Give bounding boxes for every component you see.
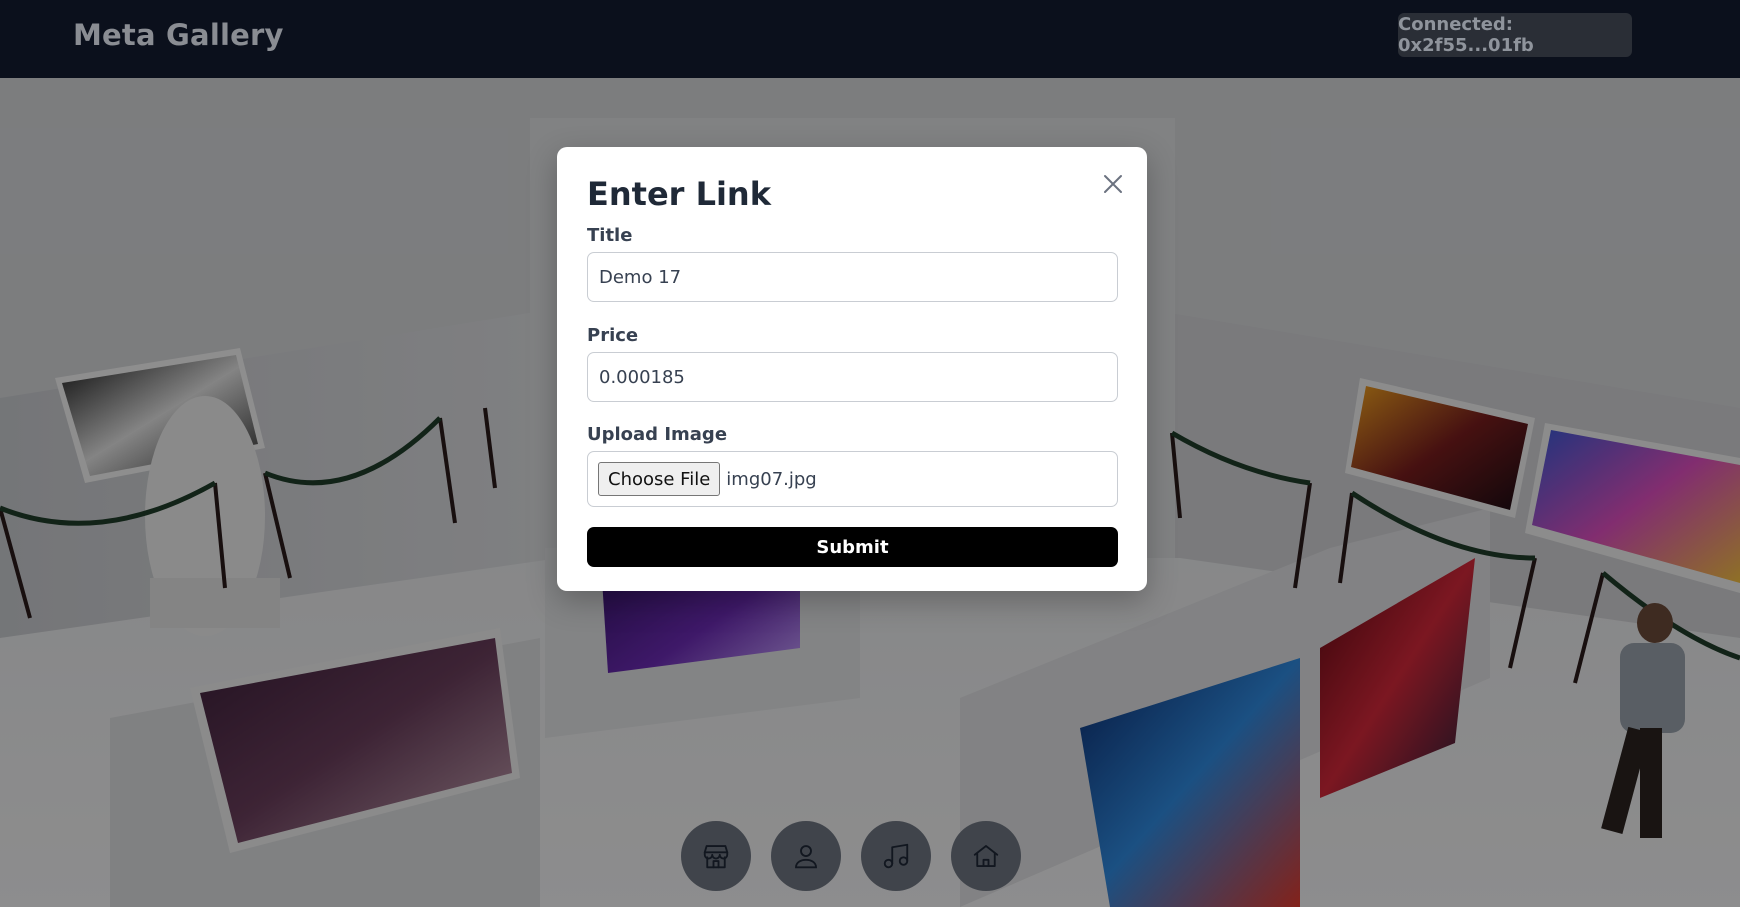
title-label: Title [587, 225, 633, 246]
submit-button[interactable]: Submit [587, 527, 1118, 567]
price-input[interactable] [587, 352, 1118, 402]
modal-title: Enter Link [587, 175, 771, 213]
title-input[interactable] [587, 252, 1118, 302]
wallet-status-button[interactable]: Connected: 0x2f55...01fb [1398, 13, 1632, 57]
top-bar: Meta Gallery Connected: 0x2f55...01fb [0, 0, 1740, 78]
enter-link-modal: Enter Link Title Price Upload Image Choo… [557, 147, 1147, 591]
price-label: Price [587, 325, 639, 346]
close-icon [1104, 175, 1122, 193]
brand-title[interactable]: Meta Gallery [73, 18, 284, 52]
close-button[interactable] [1099, 170, 1127, 198]
upload-image-label: Upload Image [587, 424, 728, 445]
upload-image-field[interactable]: Choose File img07.jpg [587, 451, 1118, 507]
selected-file-name: img07.jpg [726, 468, 817, 490]
choose-file-button[interactable]: Choose File [598, 462, 721, 496]
